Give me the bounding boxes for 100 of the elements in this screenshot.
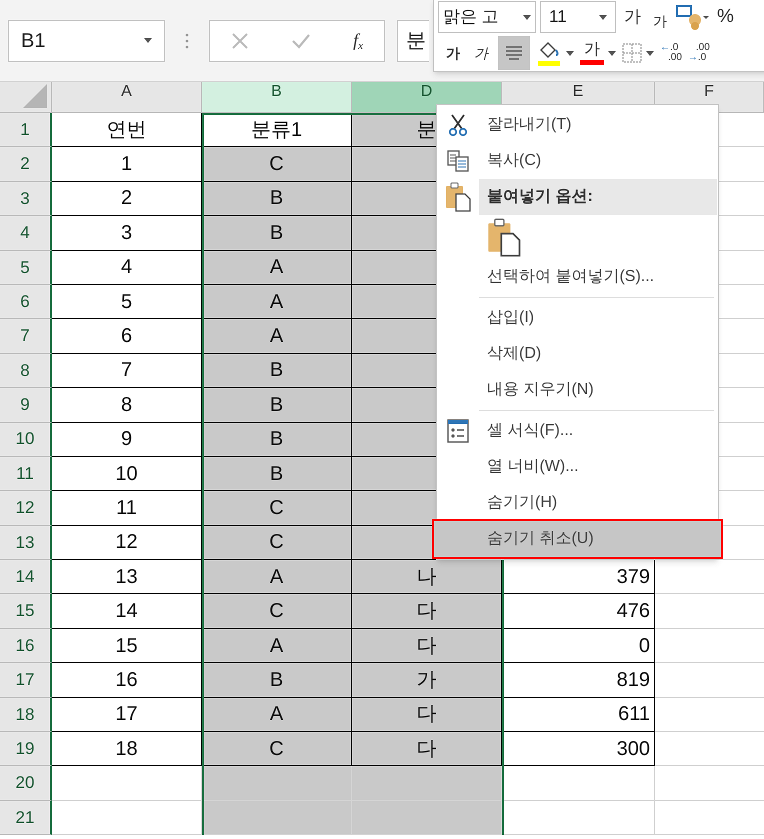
scissors-icon	[447, 113, 469, 137]
table-cell: 다	[352, 698, 502, 732]
row-header[interactable]: 9	[20, 392, 30, 418]
row-header[interactable]: 7	[20, 323, 30, 349]
caret-icon	[599, 14, 607, 20]
table-cell: 14	[52, 594, 202, 629]
table-cell: 다	[352, 732, 502, 766]
font-field[interactable]: 맑은 고	[438, 1, 536, 33]
table-cell: 분류1	[202, 113, 352, 148]
decrease-decimal-button[interactable]: .00 →.0	[688, 43, 710, 63]
table-cell: B	[202, 388, 352, 423]
menu-item[interactable]: 삭제(D)	[437, 336, 718, 372]
menu-item[interactable]: 열 너비(W)...	[437, 449, 718, 485]
menu-item[interactable]: 내용 지우기(N)	[437, 372, 718, 408]
caret-icon	[523, 14, 531, 20]
table-cell: 300	[502, 732, 655, 766]
row-header[interactable]: 8	[20, 358, 30, 384]
table-cell: C	[202, 594, 352, 629]
menu-item[interactable]: 셀 서식(F)...	[437, 413, 718, 449]
table-cell: 나	[352, 560, 502, 594]
table-cell: B	[202, 456, 352, 492]
table-cell: 476	[502, 594, 655, 629]
table-cell: 3	[52, 216, 202, 251]
table-cell: B	[202, 216, 352, 251]
table-cell: 4	[52, 250, 202, 285]
borders-icon[interactable]	[622, 43, 642, 63]
caret-icon	[608, 50, 616, 56]
table-cell: 18	[52, 732, 202, 766]
table-cell: A	[202, 284, 352, 320]
row-header[interactable]: 1	[20, 116, 30, 142]
format-painter-icon[interactable]	[675, 4, 709, 30]
menu-item[interactable]: 숨기기 취소(U)	[434, 521, 721, 557]
table-cell: A	[202, 560, 352, 594]
caret-icon	[144, 38, 152, 43]
table-cell: C	[202, 491, 352, 526]
menu-item[interactable]: 숨기기(H)	[437, 485, 718, 521]
table-cell: 다	[352, 628, 502, 664]
table-cell: A	[202, 250, 352, 285]
font-size-field[interactable]: 11	[540, 1, 616, 33]
format-cells-icon	[447, 419, 469, 443]
table-cell: 379	[502, 560, 655, 594]
row-header[interactable]: 6	[20, 288, 30, 314]
table-cell: 2	[52, 182, 202, 216]
table-cell: 7	[52, 354, 202, 388]
table-cell: 10	[52, 456, 202, 492]
menu-item[interactable]: 삽입(I)	[437, 300, 718, 336]
column-header[interactable]: B	[202, 82, 352, 112]
align-center-button[interactable]	[498, 36, 530, 70]
caret-icon	[566, 50, 574, 56]
row-header[interactable]: 3	[20, 186, 30, 212]
table-cell: A	[202, 319, 352, 354]
italic-button[interactable]: 가	[470, 42, 492, 64]
caret-icon	[646, 50, 654, 56]
table-cell: 연번	[52, 113, 202, 148]
fill-color-icon[interactable]	[536, 40, 562, 66]
table-cell: 8	[52, 388, 202, 423]
table-cell: 12	[52, 526, 202, 560]
table-cell: 가	[352, 663, 502, 698]
align-center-icon	[505, 46, 523, 60]
table-cell: 다	[352, 594, 502, 629]
table-cell: 17	[52, 698, 202, 732]
percent-button[interactable]: %	[713, 2, 734, 32]
bold-button[interactable]: 가	[442, 42, 464, 64]
menu-section-header: 붙여넣기 옵션:	[479, 179, 717, 215]
table-cell: 6	[52, 319, 202, 354]
table-cell: 11	[52, 491, 202, 526]
table-cell: 16	[52, 663, 202, 698]
table-cell: 0	[502, 628, 655, 664]
table-cell: 819	[502, 663, 655, 698]
row-header[interactable]: 2	[20, 151, 30, 177]
table-cell: B	[202, 354, 352, 388]
table-cell: A	[202, 698, 352, 732]
check-icon[interactable]	[291, 32, 312, 48]
table-cell: C	[202, 526, 352, 560]
shrink-font-button[interactable]: 가	[649, 2, 671, 32]
table-cell: B	[202, 663, 352, 698]
table-cell: A	[202, 628, 352, 664]
grip-icon	[185, 32, 189, 48]
table-cell: 1	[52, 147, 202, 182]
grow-font-button[interactable]: 가	[620, 4, 645, 30]
row-header[interactable]: 5	[20, 254, 30, 280]
row-header[interactable]: 4	[20, 220, 30, 246]
paste-icon	[445, 182, 471, 212]
table-cell: 611	[502, 698, 655, 732]
table-cell: B	[202, 422, 352, 457]
table-cell: C	[202, 147, 352, 182]
table-cell: C	[202, 732, 352, 766]
table-cell: 15	[52, 628, 202, 664]
table-cell: B	[202, 182, 352, 216]
name-box[interactable]: B1	[8, 20, 165, 62]
font-color-button[interactable]: 가	[580, 42, 604, 64]
table-cell: 9	[52, 422, 202, 457]
paste-icon	[487, 218, 521, 256]
table-cell: 5	[52, 284, 202, 320]
function-icon[interactable]: f$_{x}$	[353, 27, 363, 54]
table-cell: 13	[52, 560, 202, 594]
menu-item[interactable]: 선택하여 붙여넣기(S)...	[437, 259, 718, 295]
increase-decimal-button[interactable]: ←.0 .00	[660, 43, 682, 63]
formula-field[interactable]: 분	[397, 20, 429, 62]
copy-icon	[446, 150, 470, 172]
